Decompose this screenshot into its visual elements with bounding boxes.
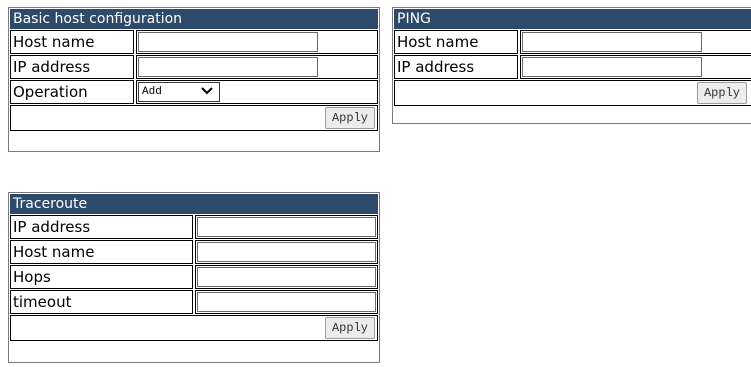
operation-select[interactable]: Add (138, 82, 220, 102)
ping-host-name-cell (520, 30, 751, 54)
basic-host-configuration-title: Basic host configuration (10, 9, 378, 29)
traceroute-timeout-label: timeout (10, 290, 193, 314)
ping-ip-address-row: IP address (394, 55, 751, 79)
operation-select-value: Add (142, 86, 162, 98)
ip-address-input[interactable] (138, 57, 318, 77)
ping-ip-address-input[interactable] (522, 57, 702, 77)
traceroute-ip-address-cell (195, 215, 378, 239)
traceroute-hops-row: Hops (10, 265, 378, 289)
traceroute-apply-row: Apply (10, 315, 378, 341)
traceroute-timeout-row: timeout (10, 290, 378, 314)
host-name-row: Host name (10, 30, 378, 54)
traceroute-ip-address-input[interactable] (197, 217, 376, 237)
host-name-input[interactable] (138, 32, 318, 52)
traceroute-ip-address-label: IP address (10, 215, 193, 239)
operation-row: Operation Add (10, 80, 378, 104)
ping-host-name-row: Host name (394, 30, 751, 54)
ip-address-label: IP address (10, 55, 134, 79)
ping-panel: PING Host name IP address Apply (392, 7, 751, 124)
operation-label: Operation (10, 80, 134, 104)
traceroute-host-name-label: Host name (10, 240, 193, 264)
traceroute-hops-input[interactable] (197, 267, 376, 287)
traceroute-hops-cell (195, 265, 378, 289)
traceroute-timeout-input[interactable] (197, 292, 376, 312)
ping-ip-address-cell (520, 55, 751, 79)
ping-apply-row: Apply (394, 80, 751, 106)
chevron-down-icon (201, 87, 213, 95)
traceroute-timeout-cell (195, 290, 378, 314)
traceroute-ip-address-row: IP address (10, 215, 378, 239)
basic-host-configuration-panel: Basic host configuration Host name IP ad… (8, 7, 380, 152)
apply-row: Apply (10, 105, 378, 131)
ip-address-row: IP address (10, 55, 378, 79)
ping-ip-address-label: IP address (394, 55, 518, 79)
traceroute-host-name-row: Host name (10, 240, 378, 264)
traceroute-hops-label: Hops (10, 265, 193, 289)
ping-host-name-label: Host name (394, 30, 518, 54)
ip-address-cell (136, 55, 378, 79)
apply-button[interactable]: Apply (324, 107, 375, 129)
traceroute-title: Traceroute (10, 194, 378, 214)
host-name-cell (136, 30, 378, 54)
ping-apply-button[interactable]: Apply (696, 82, 747, 104)
host-name-label: Host name (10, 30, 134, 54)
traceroute-apply-button[interactable]: Apply (324, 317, 375, 339)
operation-cell: Add (136, 80, 378, 104)
ping-title: PING (394, 9, 751, 29)
ping-host-name-input[interactable] (522, 32, 702, 52)
traceroute-panel: Traceroute IP address Host name Hops tim… (8, 192, 380, 363)
traceroute-host-name-cell (195, 240, 378, 264)
traceroute-host-name-input[interactable] (197, 242, 376, 262)
